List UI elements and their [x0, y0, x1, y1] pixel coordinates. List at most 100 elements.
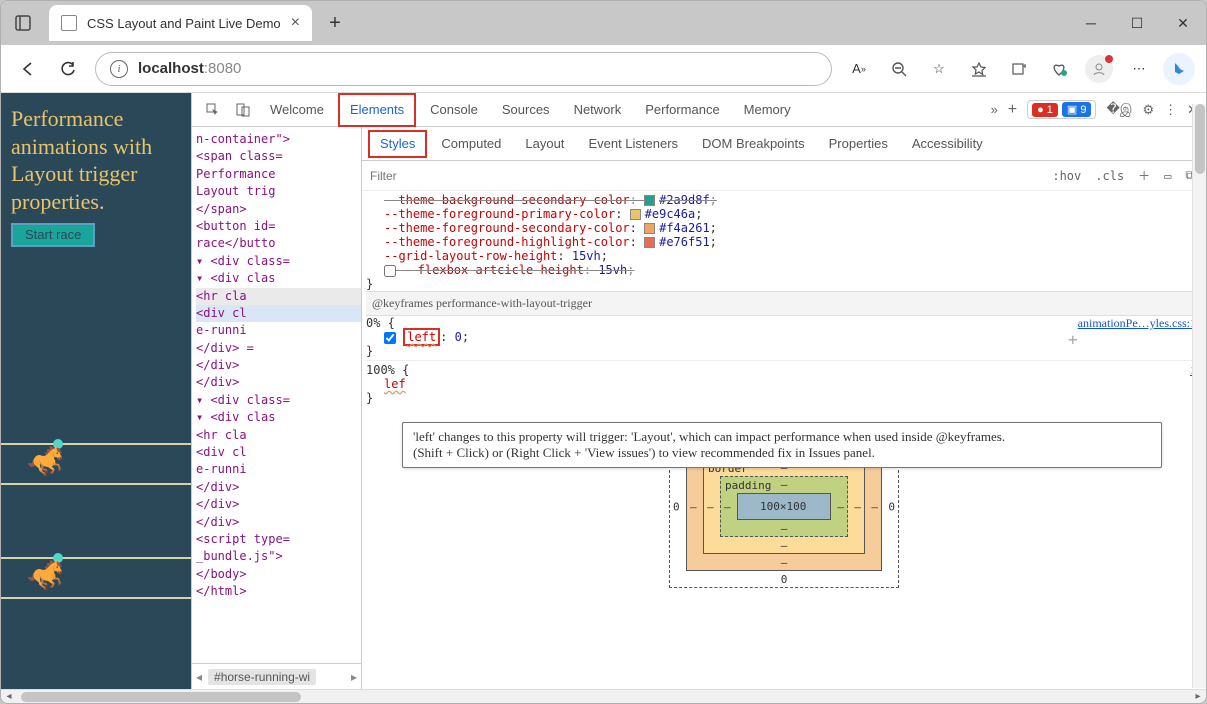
dom-tree[interactable]: n-container"> <span class= Performance L…	[192, 127, 361, 663]
titlebar: CSS Layout and Paint Live Demo × + ─ ☐ ✕	[1, 1, 1206, 45]
tab-accessibility[interactable]: Accessibility	[902, 130, 993, 158]
dom-row[interactable]: ▾ <div class=	[196, 253, 361, 270]
dom-row[interactable]: <span class=	[196, 148, 361, 165]
settings-gear-icon[interactable]: ⚙	[1142, 102, 1154, 118]
dom-row[interactable]: </div>	[196, 496, 361, 513]
breadcrumb-item[interactable]: #horse-running-wi	[208, 669, 316, 685]
horse-icon: 🐎	[27, 561, 64, 591]
dom-row[interactable]: ▾ <div class=	[196, 392, 361, 409]
tab-memory[interactable]: Memory	[734, 93, 801, 127]
prop-left[interactable]: left	[407, 330, 436, 344]
profile-button[interactable]	[1080, 50, 1118, 88]
decl-checkbox[interactable]	[384, 332, 396, 344]
dom-row[interactable]: </div>	[196, 514, 361, 531]
dom-row[interactable]: Performance	[196, 166, 361, 183]
dom-row[interactable]: <script type=	[196, 531, 361, 548]
add-decl-icon[interactable]: +	[1068, 330, 1078, 349]
styles-filter-input[interactable]	[370, 169, 1042, 183]
favorite-icon[interactable]: ☆	[920, 50, 958, 88]
dom-row[interactable]: <hr cla	[196, 288, 361, 305]
tab-event-listeners[interactable]: Event Listeners	[578, 130, 688, 158]
browser-tab[interactable]: CSS Layout and Paint Live Demo ×	[49, 5, 312, 41]
device-icon[interactable]	[230, 93, 256, 129]
breadcrumb[interactable]: ◂ #horse-running-wi ▸	[192, 663, 361, 689]
dom-row[interactable]: race</butto	[196, 235, 361, 252]
dom-row[interactable]: <hr cla	[196, 427, 361, 444]
tab-layout[interactable]: Layout	[515, 130, 574, 158]
tab-title: CSS Layout and Paint Live Demo	[87, 16, 281, 31]
collections-icon[interactable]	[1000, 50, 1038, 88]
dom-row[interactable]: ▾ <div clas	[196, 270, 361, 287]
site-info-icon[interactable]: i	[110, 60, 128, 78]
dom-row[interactable]: Layout trig	[196, 183, 361, 200]
tab-network[interactable]: Network	[564, 93, 632, 127]
dom-row[interactable]: </html>	[196, 583, 361, 600]
tab-dom-breakpoints[interactable]: DOM Breakpoints	[692, 130, 815, 158]
window-maximize-button[interactable]: ☐	[1114, 1, 1160, 45]
css-declaration[interactable]: --theme-background-secondary-color: #2a9…	[366, 193, 1202, 207]
dom-row[interactable]: </span>	[196, 201, 361, 218]
dom-row[interactable]: </div>	[196, 479, 361, 496]
tab-elements[interactable]: Elements	[338, 93, 416, 127]
dom-row[interactable]: _bundle.js">	[196, 548, 361, 565]
dom-row[interactable]: <div cl	[196, 305, 361, 322]
dom-row[interactable]: ▾ <div clas	[196, 409, 361, 426]
dom-row[interactable]: <button id=	[196, 218, 361, 235]
prop-truncated: lef	[384, 377, 406, 391]
issues-counter[interactable]: ● 1 ▣ 9	[1027, 100, 1096, 119]
tab-performance[interactable]: Performance	[635, 93, 729, 127]
refresh-button[interactable]	[49, 50, 87, 88]
css-declaration[interactable]: --theme-foreground-primary-color: #e9c46…	[366, 207, 1202, 221]
css-declaration[interactable]: --theme-foreground-highlight-color: #e76…	[366, 235, 1202, 249]
read-aloud-icon[interactable]: A»	[840, 50, 878, 88]
window-close-button[interactable]: ✕	[1160, 1, 1206, 45]
favorites-bar-icon[interactable]	[960, 50, 998, 88]
dom-row[interactable]: </div> =	[196, 340, 361, 357]
tab-sources[interactable]: Sources	[492, 93, 560, 127]
window-minimize-button[interactable]: ─	[1068, 1, 1114, 45]
tab-computed[interactable]: Computed	[431, 130, 511, 158]
styles-pane-icon[interactable]: ▭	[1160, 167, 1175, 185]
more-menu-icon[interactable]: ⋯	[1120, 50, 1158, 88]
new-style-icon[interactable]: ＋	[1134, 165, 1154, 186]
browser-toolbar: i localhost:8080 A» ☆ ⋯	[1, 45, 1206, 93]
cls-toggle[interactable]: .cls	[1091, 167, 1128, 185]
keyframe-100: 100%	[366, 363, 395, 377]
css-declaration[interactable]: --flexbox-artcicle-height: 15vh;	[366, 263, 1202, 277]
dom-row[interactable]: e-runni	[196, 461, 361, 478]
inspect-icon[interactable]	[200, 93, 226, 129]
tab-properties[interactable]: Properties	[819, 130, 898, 158]
tab-console[interactable]: Console	[420, 93, 488, 127]
dom-row[interactable]: n-container">	[196, 131, 361, 148]
kebab-icon[interactable]: ⋮	[1164, 102, 1177, 118]
app-menu-icon[interactable]	[1, 1, 45, 45]
dom-row[interactable]: e-runni	[196, 322, 361, 339]
add-tab-icon[interactable]: +	[1008, 101, 1017, 119]
settings-sync-icon[interactable]: �இ	[1106, 101, 1132, 118]
back-button[interactable]	[9, 50, 47, 88]
css-declaration[interactable]: --theme-foreground-secondary-color: #f4a…	[366, 221, 1202, 235]
tab-styles[interactable]: Styles	[368, 130, 427, 158]
tab-welcome[interactable]: Welcome	[260, 93, 334, 127]
more-tabs-icon[interactable]: »	[991, 102, 998, 117]
val-left[interactable]: 0	[455, 330, 462, 344]
zoom-out-icon[interactable]	[880, 50, 918, 88]
hov-toggle[interactable]: :hov	[1048, 167, 1085, 185]
health-icon[interactable]	[1040, 50, 1078, 88]
new-tab-button[interactable]: +	[320, 5, 350, 41]
bing-chat-icon[interactable]	[1160, 50, 1198, 88]
css-declaration[interactable]: --grid-layout-row-height: 15vh;	[366, 249, 1202, 263]
warning-tooltip: 'left' changes to this property will tri…	[402, 422, 1162, 468]
styles-tab-bar: Styles Computed Layout Event Listeners D…	[362, 127, 1206, 161]
dom-row[interactable]: </div>	[196, 357, 361, 374]
address-bar[interactable]: i localhost:8080	[95, 52, 832, 86]
vertical-scrollbar[interactable]	[1192, 104, 1206, 688]
start-race-button[interactable]: Start race	[11, 223, 95, 247]
dom-row[interactable]: </body>	[196, 566, 361, 583]
horizontal-scrollbar[interactable]: ◂▸	[1, 689, 1206, 703]
source-link[interactable]: animationPe…yles.css:10	[1078, 316, 1202, 331]
close-tab-icon[interactable]: ×	[291, 14, 300, 32]
dom-row[interactable]: <div cl	[196, 444, 361, 461]
favicon-icon	[61, 15, 77, 31]
dom-row[interactable]: </div>	[196, 374, 361, 391]
